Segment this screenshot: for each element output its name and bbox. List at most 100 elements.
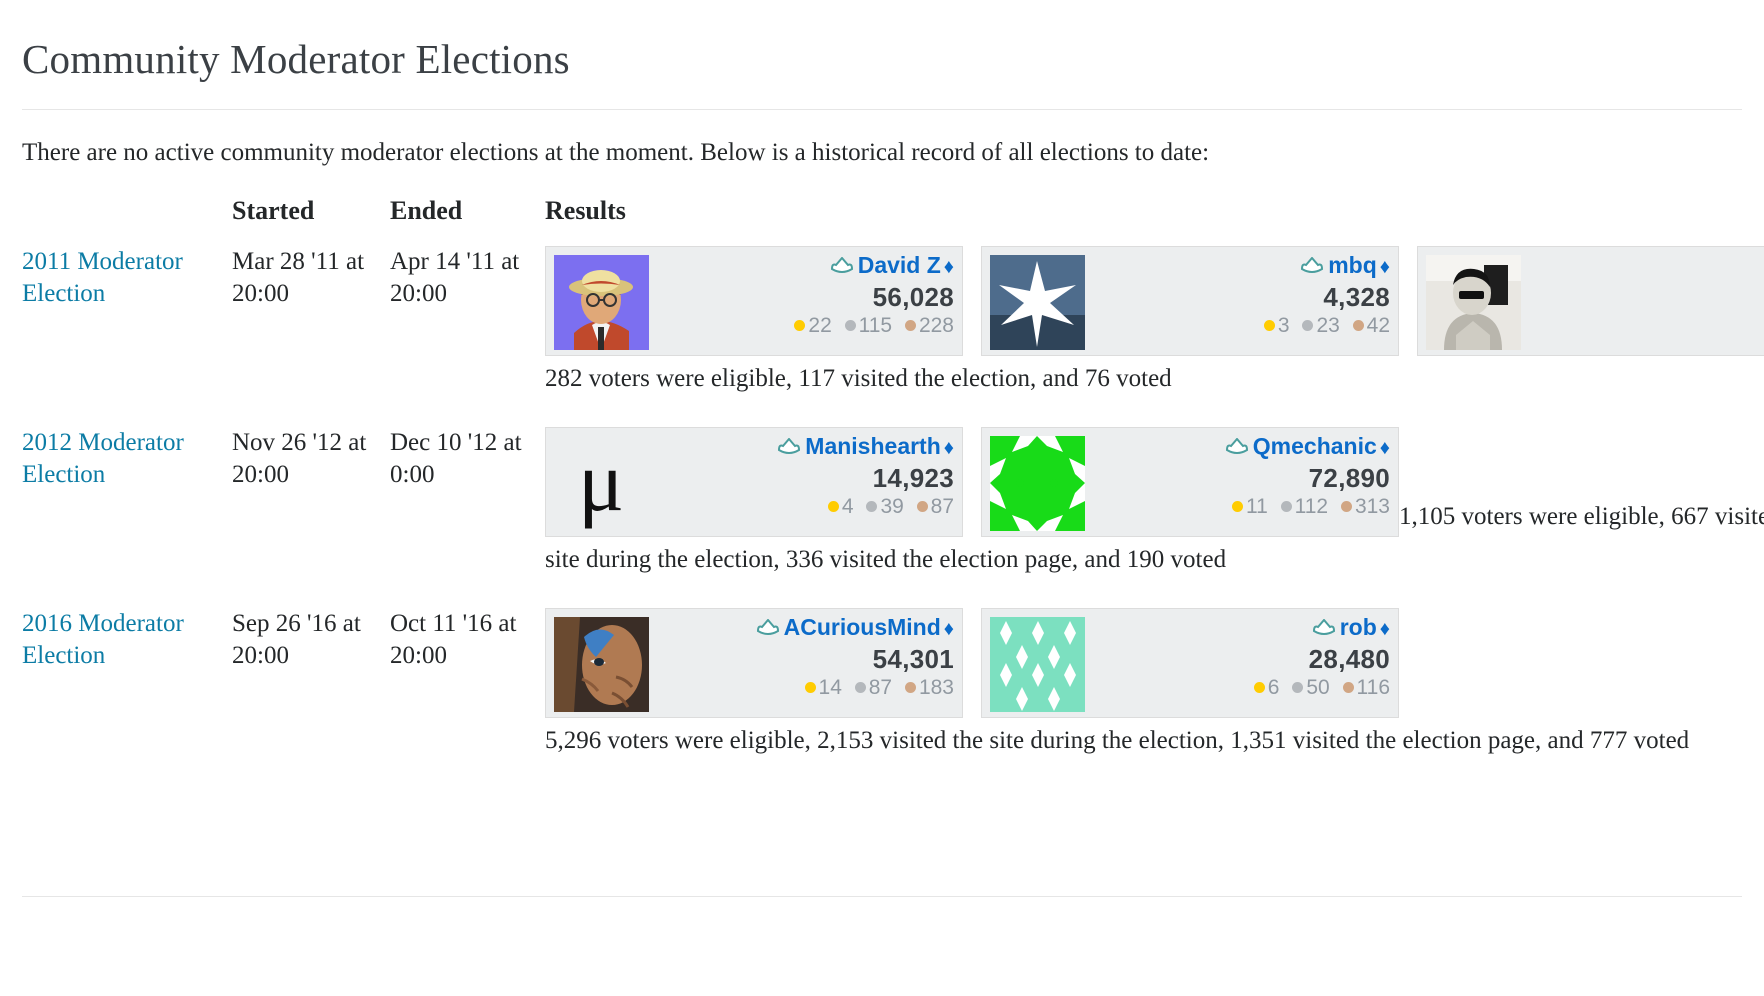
candidate-name[interactable]: Qmechanic (1253, 433, 1377, 459)
gold-badge-icon (794, 319, 806, 331)
gold-badge-icon (1231, 500, 1243, 512)
candidate-info: Manishearth ♦ 14,923 4 39 87 (777, 432, 954, 520)
candidate-info: David Z ♦ 56,028 22 115 228 (794, 251, 954, 339)
silver-badge-count: 115 (858, 313, 893, 337)
bronze-badge: 313 (1340, 495, 1390, 518)
candidate-name-row: David Z ♦ (794, 251, 954, 282)
moderator-crown-icon (1225, 434, 1249, 463)
silver-badge: 115 (844, 313, 893, 337)
gold-badge-count: 6 (1267, 675, 1280, 699)
silver-badge-count: 39 (880, 494, 904, 518)
candidate-info: Qmechanic ♦ 72,890 11 112 313 (1225, 432, 1390, 520)
candidate-name-row: Qmechanic ♦ (1225, 432, 1390, 463)
table-row: 2016 Moderator Election Sep 26 '16 at 20… (22, 598, 1742, 779)
election-caption: site during the election, 336 visited th… (545, 545, 1227, 573)
bronze-badge-icon (1340, 500, 1352, 512)
elections-table: Started Ended Results 2011 Moderator Ele… (22, 192, 1764, 779)
election-ended-2011: Apr 14 '11 at 20:00 (390, 247, 520, 307)
avatar: μ (554, 435, 649, 531)
results-wrap: ACuriousMind ♦ 54,301 14 87 183 rob ♦ 28… (545, 607, 1742, 757)
bronze-badge: 183 (904, 676, 954, 699)
mod-diamond-icon: ♦ (1379, 436, 1390, 459)
silver-badge: 87 (854, 675, 893, 699)
moderator-crown-icon (1312, 615, 1336, 644)
election-ended-2012: Dec 10 '12 at 0:00 (390, 428, 522, 488)
election-started-2012: Nov 26 '12 at 20:00 (232, 428, 367, 488)
candidate-badges: 3 23 42 (1263, 313, 1390, 339)
gold-badge: 4 (827, 494, 854, 518)
candidate-card[interactable]: David Z ♦ 56,028 22 115 228 (545, 245, 963, 356)
election-ended-2016: Oct 11 '16 at 20:00 (390, 609, 517, 669)
bronze-badge-count: 42 (1366, 313, 1390, 337)
election-started-2011: Mar 28 '11 at 20:00 (232, 247, 365, 307)
bronze-badge: 87 (916, 494, 954, 518)
candidate-reputation: 14,923 (872, 462, 954, 493)
table-row: 2011 Moderator Election Mar 28 '11 at 20… (22, 236, 1764, 417)
election-link-2012[interactable]: 2012 Moderator Election (22, 429, 184, 488)
avatar (990, 435, 1085, 531)
election-results-2011: David Z ♦ 56,028 22 115 228 mbq ♦ 4,328 … (545, 236, 1764, 417)
candidate-info: mbq ♦ 4,328 3 23 42 (1263, 251, 1390, 339)
candidate-card[interactable]: mbq ♦ 4,328 3 23 42 (981, 245, 1399, 356)
candidate-name[interactable]: rob (1340, 614, 1377, 640)
candidate-reputation: 54,301 (872, 643, 954, 674)
gold-badge-count: 11 (1245, 494, 1268, 518)
silver-badge-count: 87 (868, 675, 893, 699)
gold-badge-icon (1263, 319, 1275, 331)
election-name-cell: 2012 Moderator Election (22, 417, 232, 598)
silver-badge-count: 50 (1306, 675, 1330, 699)
page-root: Community Moderator Elections There are … (0, 36, 1764, 996)
candidate-name[interactable]: David Z (858, 252, 941, 278)
candidate-reputation: 4,328 (1323, 281, 1390, 312)
candidate-badges: 22 115 228 (794, 313, 954, 339)
gold-badge-icon (827, 500, 839, 512)
gold-badge: 14 (804, 675, 842, 699)
election-name-cell: 2011 Moderator Election (22, 236, 232, 417)
election-link-2011[interactable]: 2011 Moderator Election (22, 248, 183, 307)
bronze-badge-icon (916, 500, 928, 512)
table-body: 2011 Moderator Election Mar 28 '11 at 20… (22, 236, 1764, 779)
bronze-badge-icon (904, 681, 916, 693)
gold-badge-count: 14 (818, 675, 842, 699)
candidate-badges: 4 39 87 (777, 494, 954, 520)
moderator-crown-icon (756, 615, 780, 644)
mod-diamond-icon: ♦ (943, 617, 954, 640)
candidate-name[interactable]: mbq (1328, 252, 1377, 278)
candidate-name-row: mbq ♦ (1264, 251, 1390, 282)
candidate-reputation: 28,480 (1308, 643, 1390, 674)
bronze-badge-count: 116 (1356, 675, 1390, 699)
candidate-name[interactable]: Manishearth (805, 433, 940, 459)
gold-badge-count: 3 (1277, 313, 1290, 337)
bronze-badge-count: 87 (930, 494, 954, 518)
table-header-row: Started Ended Results (22, 192, 1742, 236)
avatar (1426, 254, 1521, 350)
candidate-card[interactable]: rob ♦ 28,480 6 50 116 (981, 607, 1399, 718)
election-started-2016: Sep 26 '16 at 20:00 (232, 609, 361, 669)
candidate-card[interactable]: Qmechanic ♦ 72,890 11 112 313 (981, 426, 1399, 537)
election-caption: 5,296 voters were eligible, 2,153 visite… (545, 726, 1690, 754)
candidate-reputation: 72,890 (1308, 462, 1390, 493)
gold-badge: 3 (1263, 313, 1290, 337)
candidate-badges: 14 87 183 (756, 675, 954, 701)
candidate-info: ACuriousMind ♦ 54,301 14 87 183 (756, 613, 954, 701)
avatar (990, 616, 1085, 712)
intro-text: There are no active community moderator … (22, 139, 1210, 167)
results-wrap: μ Manishearth ♦ 14,923 4 39 87 Qmechanic… (545, 426, 1764, 576)
gold-badge-count: 4 (841, 494, 854, 518)
candidate-card[interactable]: μ Manishearth ♦ 14,923 4 39 87 (545, 426, 963, 537)
silver-badge-count: 112 (1294, 494, 1329, 518)
mod-diamond-icon: ♦ (943, 255, 954, 278)
column-header-ended: Ended (390, 195, 463, 225)
candidate-card[interactable] (1417, 245, 1764, 356)
silver-badge: 50 (1292, 675, 1330, 699)
silver-badge: 23 (1302, 314, 1340, 337)
silver-badge-icon (854, 681, 866, 693)
silver-badge-icon (1280, 500, 1292, 512)
candidate-name[interactable]: ACuriousMind (784, 614, 941, 640)
silver-badge-icon (1302, 319, 1314, 331)
bronze-badge-icon (1352, 319, 1364, 331)
silver-badge-icon (844, 319, 856, 331)
bronze-badge-icon (904, 319, 916, 331)
election-link-2016[interactable]: 2016 Moderator Election (22, 610, 184, 669)
candidate-card[interactable]: ACuriousMind ♦ 54,301 14 87 183 (545, 607, 963, 718)
